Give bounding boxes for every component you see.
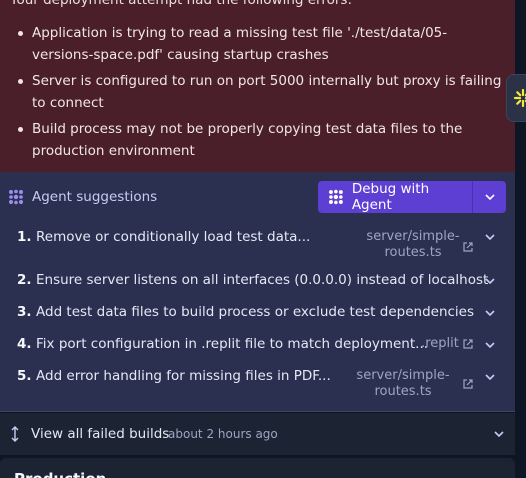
- chevron-down-icon[interactable]: [484, 231, 496, 243]
- debug-options-dropdown[interactable]: [473, 181, 506, 213]
- chevron-down-icon[interactable]: [484, 307, 496, 319]
- deployment-errors-panel: Your deployment attempt had the followin…: [0, 0, 515, 172]
- suggestion-item[interactable]: 1. Remove or conditionally load test dat…: [0, 224, 515, 260]
- suggestion-number: 3.: [17, 304, 32, 320]
- agent-icon: [328, 189, 343, 205]
- chevron-down-icon[interactable]: [493, 428, 505, 440]
- sparkle-icon: [513, 88, 526, 108]
- external-link-icon[interactable]: [462, 338, 474, 350]
- section-title: Production: [14, 470, 106, 478]
- error-item: Application is trying to read a missing …: [18, 22, 506, 66]
- debug-with-agent-button-group: Debug with Agent: [318, 181, 506, 213]
- chevron-down-icon[interactable]: [484, 339, 496, 351]
- suggestion-number: 4.: [17, 336, 32, 352]
- expand-vertical-icon: [11, 426, 19, 442]
- error-list: Application is trying to read a missing …: [18, 22, 506, 166]
- suggestion-text: Add error handling for missing files in …: [36, 368, 331, 384]
- suggestion-text: Remove or conditionally load test data..…: [36, 229, 311, 245]
- suggestion-number: 2.: [17, 272, 32, 288]
- agent-suggestions-panel: Agent suggestions Debug with Agent 1. Re…: [0, 172, 515, 412]
- error-item: Build process may not be properly copyin…: [18, 118, 506, 162]
- suggestion-item[interactable]: 3. Add test data files to build process …: [0, 300, 515, 332]
- agent-icon: [9, 189, 23, 205]
- error-item: Server is configured to run on port 5000…: [18, 70, 506, 114]
- failed-builds-timestamp: about 2 hours ago: [168, 427, 278, 441]
- suggestion-number: 5.: [17, 368, 32, 384]
- debug-with-agent-label: Debug with Agent: [351, 181, 430, 213]
- errors-intro-text: Your deployment attempt had the followin…: [10, 0, 353, 8]
- chevron-down-icon[interactable]: [484, 275, 496, 287]
- suggestion-file[interactable]: .replit: [420, 336, 460, 352]
- external-link-icon[interactable]: [462, 378, 474, 390]
- suggestion-item[interactable]: 2. Ensure server listens on all interfac…: [0, 268, 515, 300]
- chevron-down-icon: [484, 194, 495, 201]
- suggestion-text: Add test data files to build process or …: [36, 304, 475, 320]
- suggestion-text: Fix port configuration in .replit file t…: [36, 336, 429, 352]
- view-failed-builds-label: View all failed builds: [31, 426, 170, 442]
- suggestion-file[interactable]: server/simple-routes.ts: [360, 229, 466, 261]
- suggestion-text: Ensure server listens on all interfaces …: [36, 272, 489, 288]
- view-failed-builds-row[interactable]: View all failed builds about 2 hours ago: [0, 413, 515, 455]
- debug-with-agent-button[interactable]: Debug with Agent: [318, 181, 472, 213]
- scrollbar[interactable]: [515, 0, 526, 478]
- agent-suggestions-title: Agent suggestions: [32, 189, 158, 205]
- suggestion-item[interactable]: 4. Fix port configuration in .replit fil…: [0, 332, 515, 364]
- external-link-icon[interactable]: [462, 241, 474, 253]
- agent-suggestions-header: Agent suggestions Debug with Agent: [0, 172, 515, 222]
- production-section: Production: [0, 458, 515, 478]
- chevron-down-icon[interactable]: [484, 371, 496, 383]
- suggestion-number: 1.: [17, 229, 32, 245]
- assistant-launcher-button[interactable]: [506, 74, 526, 122]
- suggestion-item[interactable]: 5. Add error handling for missing files …: [0, 364, 515, 399]
- suggestion-file[interactable]: server/simple-routes.ts: [350, 368, 456, 400]
